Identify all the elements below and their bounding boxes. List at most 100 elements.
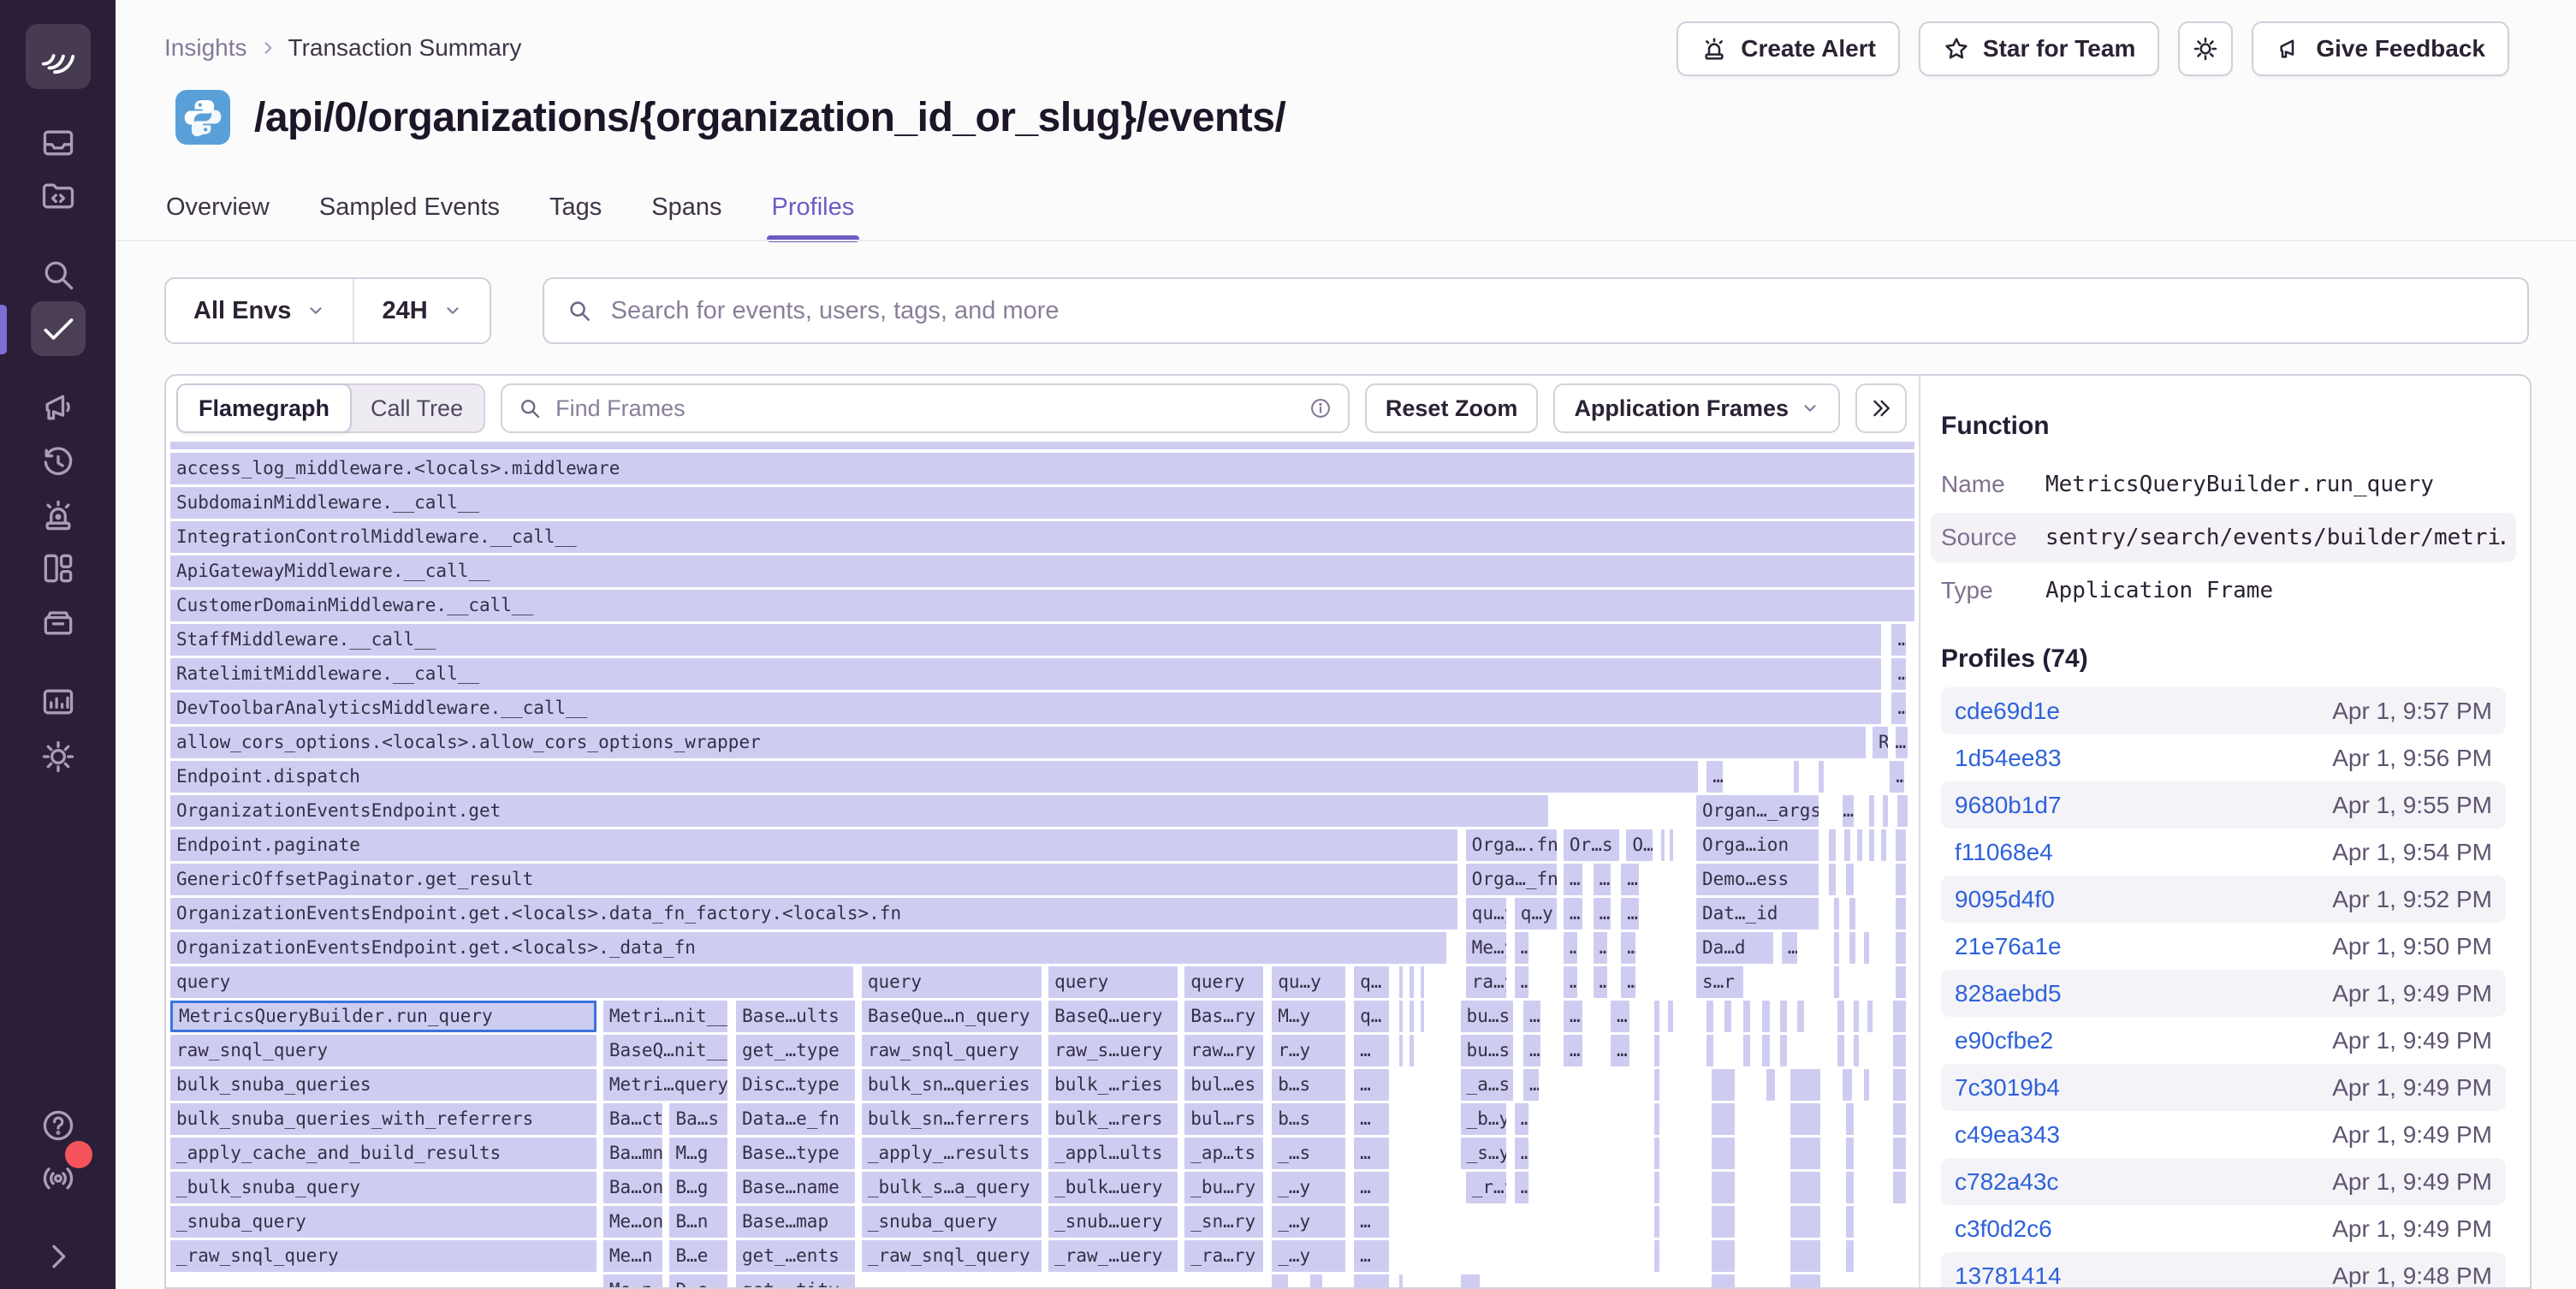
- flame-frame[interactable]: [1893, 1035, 1905, 1066]
- profile-link[interactable]: 9095d4f0: [1955, 886, 2055, 913]
- flame-frame[interactable]: Base…type: [736, 1138, 855, 1169]
- flame-frame[interactable]: Orga…ion: [1696, 829, 1819, 861]
- profile-link[interactable]: 828aebd5: [1955, 980, 2062, 1007]
- profile-link[interactable]: f11068e4: [1955, 839, 2053, 866]
- flame-frame[interactable]: _snuba_query: [862, 1206, 1042, 1238]
- flame-frame[interactable]: [1654, 1001, 1659, 1032]
- flame-frame[interactable]: get_…tity: [736, 1274, 855, 1289]
- flame-frame[interactable]: …: [1354, 1103, 1389, 1135]
- flame-frame[interactable]: Orga….fn: [1466, 829, 1557, 861]
- flame-frame[interactable]: IntegrationControlMiddleware.__call__: [170, 521, 1914, 553]
- flame-frame[interactable]: query: [1184, 966, 1263, 998]
- flame-frame[interactable]: …: [1621, 864, 1638, 895]
- flame-frame[interactable]: query: [862, 966, 1042, 998]
- flame-frame[interactable]: …: [1523, 1069, 1539, 1101]
- flame-frame[interactable]: [1854, 1001, 1859, 1032]
- flame-frame[interactable]: [1399, 966, 1403, 998]
- create-alert-button[interactable]: Create Alert: [1677, 21, 1900, 76]
- flame-frame[interactable]: …: [1594, 966, 1607, 998]
- give-feedback-button[interactable]: Give Feedback: [2252, 21, 2509, 76]
- flame-frame[interactable]: _raw_snql_query: [170, 1240, 597, 1272]
- flame-frame[interactable]: [1410, 1035, 1413, 1066]
- profile-link[interactable]: 1d54ee83: [1955, 745, 2062, 772]
- flame-frame[interactable]: Me…on: [603, 1206, 662, 1238]
- flame-frame[interactable]: [1712, 1274, 1735, 1289]
- flame-frame[interactable]: _…y: [1272, 1206, 1345, 1238]
- flame-frame[interactable]: Endpoint.dispatch: [170, 761, 1698, 793]
- flame-frame[interactable]: _apply_…results: [862, 1138, 1042, 1169]
- search-icon[interactable]: [31, 247, 86, 302]
- flame-frame[interactable]: bu…s: [1461, 1035, 1513, 1066]
- event-search-input[interactable]: [609, 296, 2505, 326]
- flame-frame[interactable]: _sn…ry: [1184, 1206, 1263, 1238]
- flame-frame[interactable]: …: [1896, 727, 1908, 758]
- flame-frame[interactable]: R…: [1873, 727, 1888, 758]
- flame-frame[interactable]: [1712, 1138, 1735, 1169]
- flame-frame[interactable]: [1829, 829, 1836, 861]
- flame-frame[interactable]: [1834, 932, 1839, 964]
- flame-frame[interactable]: [1670, 829, 1673, 861]
- flame-frame[interactable]: [1780, 1035, 1787, 1066]
- flame-frame[interactable]: get_…type: [736, 1035, 855, 1066]
- flame-frame[interactable]: …: [1515, 966, 1528, 998]
- flame-frame[interactable]: [1869, 829, 1874, 861]
- flame-frame[interactable]: raw_s…uery: [1048, 1035, 1178, 1066]
- flame-frame[interactable]: [1790, 1274, 1820, 1289]
- flame-frame[interactable]: OrganizationEventsEndpoint.get: [170, 795, 1548, 827]
- flame-frame[interactable]: [1310, 1274, 1322, 1289]
- flame-frame[interactable]: ra…y: [1466, 966, 1506, 998]
- flame-frame[interactable]: …: [1890, 761, 1903, 793]
- flame-frame[interactable]: M…y: [1272, 1001, 1345, 1032]
- call-tree-toggle[interactable]: Call Tree: [350, 385, 484, 431]
- flame-frame[interactable]: …: [1594, 932, 1607, 964]
- flame-frame[interactable]: GenericOffsetPaginator.get_result: [170, 864, 1457, 895]
- tab-spans[interactable]: Spans: [651, 193, 721, 241]
- flame-frame[interactable]: [1834, 966, 1839, 998]
- tab-profiles[interactable]: Profiles: [772, 193, 855, 241]
- flame-frame[interactable]: [1849, 898, 1855, 930]
- flame-frame[interactable]: [1724, 1001, 1731, 1032]
- stats-chart-icon[interactable]: [31, 674, 86, 729]
- info-icon[interactable]: [1309, 396, 1333, 420]
- flame-frame[interactable]: _a…s: [1461, 1069, 1513, 1101]
- flame-frame[interactable]: D…e: [669, 1274, 727, 1289]
- flame-frame[interactable]: bulk_sn…ferrers: [862, 1103, 1042, 1135]
- flame-frame[interactable]: BaseQ…nit__: [603, 1035, 727, 1066]
- flame-frame[interactable]: raw…ry: [1184, 1035, 1263, 1066]
- flame-frame[interactable]: Dat…_id: [1696, 898, 1819, 930]
- flame-frame[interactable]: [1399, 1035, 1403, 1066]
- flame-frame[interactable]: StaffMiddleware.__call__: [170, 624, 1881, 656]
- alerts-siren-icon[interactable]: [31, 488, 86, 543]
- flame-frame[interactable]: b…s: [1272, 1069, 1345, 1101]
- flame-frame[interactable]: [1790, 1172, 1820, 1203]
- flame-frame[interactable]: Disc…type: [736, 1069, 855, 1101]
- issues-inbox-icon[interactable]: [31, 116, 86, 170]
- flame-frame[interactable]: SubdomainMiddleware.__call__: [170, 487, 1914, 519]
- flame-frame[interactable]: query: [1048, 966, 1178, 998]
- flame-frame[interactable]: bulk_…ries: [1048, 1069, 1178, 1101]
- flame-frame[interactable]: …: [1891, 624, 1905, 656]
- flame-frame[interactable]: [1846, 1172, 1853, 1203]
- flame-frame[interactable]: bulk_sn…queries: [862, 1069, 1042, 1101]
- flame-frame[interactable]: Base…map: [736, 1206, 855, 1238]
- releases-archive-icon[interactable]: [31, 595, 86, 650]
- flame-frame[interactable]: BaseQue…n_query: [862, 1001, 1042, 1032]
- flame-frame[interactable]: [1797, 1001, 1804, 1032]
- flame-frame[interactable]: …: [1706, 761, 1722, 793]
- flame-frame[interactable]: [1837, 1001, 1844, 1032]
- tab-sampled-events[interactable]: Sampled Events: [319, 193, 500, 241]
- flame-frame[interactable]: B…g: [669, 1172, 727, 1203]
- profile-link[interactable]: 9680b1d7: [1955, 792, 2062, 819]
- flame-frame[interactable]: _bulk…uery: [1048, 1172, 1178, 1203]
- profile-link[interactable]: c782a43c: [1955, 1168, 2058, 1196]
- flame-frame[interactable]: [1857, 829, 1862, 861]
- flame-frame[interactable]: [1410, 1001, 1413, 1032]
- flame-frame[interactable]: Metri…query: [603, 1069, 727, 1101]
- breadcrumb-insights[interactable]: Insights: [164, 34, 247, 62]
- flame-frame[interactable]: Or…s: [1564, 829, 1619, 861]
- flame-frame[interactable]: [1843, 1069, 1851, 1101]
- collapse-chevron-icon[interactable]: [31, 1229, 86, 1284]
- flame-frame[interactable]: …: [1564, 1001, 1582, 1032]
- flame-frame[interactable]: qu…y: [1272, 966, 1345, 998]
- flame-frame[interactable]: [1846, 1240, 1853, 1272]
